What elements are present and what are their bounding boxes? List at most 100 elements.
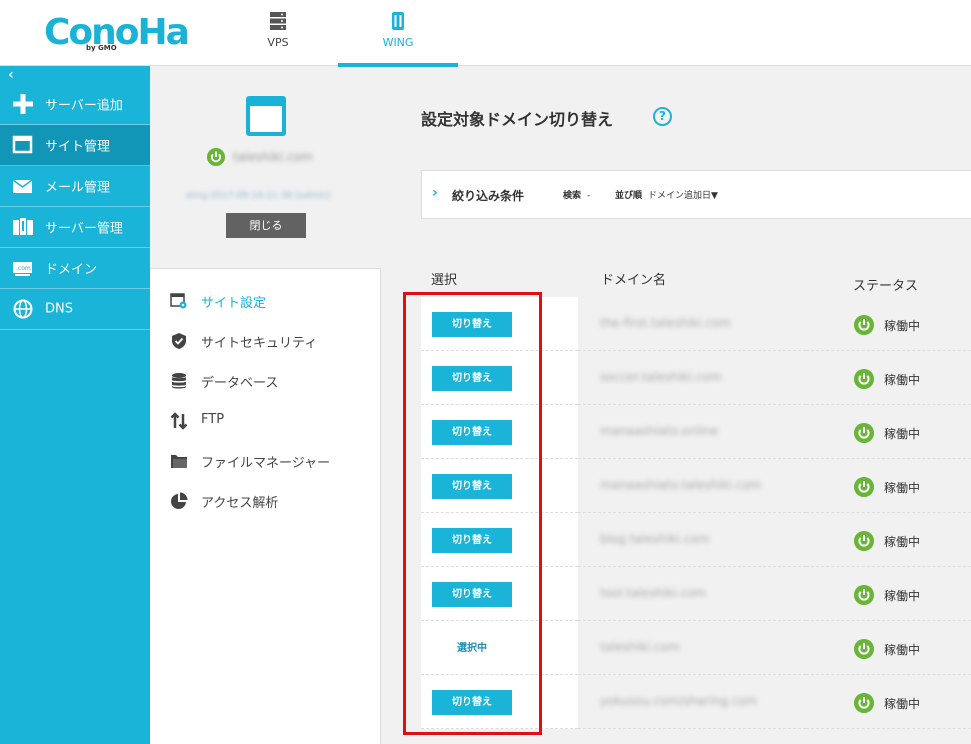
shield-icon bbox=[172, 333, 186, 349]
domain-cell: blog.taleshiki.com bbox=[578, 513, 806, 567]
logo-sub: by GMO bbox=[86, 44, 117, 52]
domain-cell: the-first.taleshiki.com bbox=[578, 297, 806, 351]
domain-icon: .com bbox=[13, 262, 32, 276]
power-icon bbox=[854, 639, 874, 659]
status-cell: 稼働中 bbox=[806, 459, 971, 513]
power-icon bbox=[854, 585, 874, 605]
filter-title: 絞り込み条件 bbox=[452, 189, 525, 203]
column-header-select: 選択 bbox=[431, 273, 458, 288]
collapse-sidebar-button[interactable]: ‹ bbox=[0, 66, 150, 84]
status-cell: 稼働中 bbox=[806, 405, 971, 459]
submenu-label: サイトセキュリティ bbox=[201, 336, 318, 351]
power-icon bbox=[854, 369, 874, 389]
sidebar-item-dns[interactable]: DNS bbox=[0, 289, 150, 330]
mail-icon bbox=[12, 179, 33, 193]
plus-icon bbox=[13, 94, 33, 114]
sidebar-item-label: DNS bbox=[45, 301, 73, 317]
site-submenu: サイト設定 サイトセキュリティ データベース FTP ファイルマネージャー アク… bbox=[150, 268, 381, 744]
status-cell: 稼働中 bbox=[806, 621, 971, 675]
filter-sort-value: ドメイン追加日▼ bbox=[648, 191, 718, 201]
status-cell: 稼働中 bbox=[806, 351, 971, 405]
status-cell: 稼働中 bbox=[806, 513, 971, 567]
tab-vps[interactable]: VPS bbox=[238, 0, 318, 66]
sidebar-item-label: サイト管理 bbox=[45, 139, 111, 155]
sidebar-item-mail-manage[interactable]: メール管理 bbox=[0, 166, 150, 207]
tab-vps-label: VPS bbox=[267, 36, 289, 49]
server-manage-icon bbox=[13, 218, 33, 235]
domain-name: manaashiato.online bbox=[600, 424, 719, 438]
submenu-label: FTP bbox=[201, 412, 225, 427]
sidebar-item-label: サーバー管理 bbox=[45, 221, 123, 237]
status-text: 稼働中 bbox=[884, 373, 921, 387]
wing-icon bbox=[392, 12, 404, 30]
domain-name: taleshiki.com bbox=[600, 640, 680, 654]
submenu-label: アクセス解析 bbox=[201, 496, 279, 511]
domain-name: blog.taleshiki.com bbox=[600, 532, 710, 546]
ftp-icon bbox=[170, 412, 188, 430]
status-cell: 稼働中 bbox=[806, 567, 971, 621]
domain-cell: manaashiato.online bbox=[578, 405, 806, 459]
power-icon bbox=[854, 693, 874, 713]
power-icon bbox=[854, 423, 874, 443]
server-icon bbox=[270, 12, 286, 30]
submenu-label: ファイルマネージャー bbox=[201, 456, 331, 471]
sidebar-item-server-add[interactable]: サーバー追加 bbox=[0, 84, 150, 125]
filter-search: 検索 - bbox=[563, 188, 590, 201]
site-name: taleshiki.com bbox=[233, 150, 313, 164]
highlight-frame bbox=[403, 292, 542, 735]
submenu-label: サイト設定 bbox=[201, 296, 267, 311]
conoha-logo[interactable]: ConoHa by GMO bbox=[44, 10, 190, 54]
column-header-status: ステータス bbox=[853, 279, 919, 294]
domain-name: manaashiato.taleshiki.com bbox=[600, 478, 762, 492]
status-text: 稼働中 bbox=[884, 589, 921, 603]
power-icon bbox=[207, 148, 225, 166]
domain-cell: yokusou.com/sharing.com bbox=[578, 675, 806, 729]
chevron-right-icon: › bbox=[432, 185, 438, 201]
sidebar-item-domain[interactable]: .com ドメイン bbox=[0, 248, 150, 289]
status-text: 稼働中 bbox=[884, 643, 921, 657]
help-icon[interactable]: ? bbox=[653, 107, 672, 126]
filter-panel[interactable]: › 絞り込み条件 検索 - 並び順 ドメイン追加日▼ bbox=[421, 170, 971, 219]
sidebar-item-site-manage[interactable]: サイト管理 bbox=[0, 125, 150, 166]
pie-chart-icon bbox=[171, 492, 188, 509]
filter-sort[interactable]: 並び順 ドメイン追加日▼ bbox=[615, 188, 718, 201]
status-text: 稼働中 bbox=[884, 319, 921, 333]
tab-wing-label: WING bbox=[382, 36, 414, 49]
filter-sort-label: 並び順 bbox=[615, 191, 643, 201]
status-text: 稼働中 bbox=[884, 481, 921, 495]
status-text: 稼働中 bbox=[884, 427, 921, 441]
page-title: 設定対象ドメイン切り替え bbox=[421, 110, 614, 129]
sidebar-item-label: ドメイン bbox=[45, 262, 98, 278]
domain-cell: taleshiki.com bbox=[578, 621, 806, 675]
domain-name: the-first.taleshiki.com bbox=[600, 316, 731, 330]
folder-icon bbox=[171, 455, 187, 468]
site-panel: taleshiki.com wing-2017-09-14-11-38 [adm… bbox=[150, 66, 380, 268]
status-cell: 稼働中 bbox=[806, 297, 971, 351]
submenu-label: データベース bbox=[201, 376, 279, 391]
site-settings-icon bbox=[170, 293, 187, 309]
tab-wing[interactable]: WING bbox=[338, 0, 458, 67]
sidebar-item-label: メール管理 bbox=[45, 180, 111, 196]
filter-search-label: 検索 bbox=[563, 191, 582, 201]
top-header: ConoHa by GMO VPS WING bbox=[0, 0, 971, 67]
status-text: 稼働中 bbox=[884, 535, 921, 549]
power-icon bbox=[854, 531, 874, 551]
domain-name: tool.taleshiki.com bbox=[600, 586, 707, 600]
domain-name: yokusou.com/sharing.com bbox=[600, 694, 758, 708]
column-header-domain: ドメイン名 bbox=[601, 273, 667, 288]
globe-icon bbox=[13, 299, 33, 319]
domain-cell: manaashiato.taleshiki.com bbox=[578, 459, 806, 513]
power-icon bbox=[854, 477, 874, 497]
status-text: 稼働中 bbox=[884, 697, 921, 711]
close-button[interactable]: 閉じる bbox=[226, 213, 306, 238]
domain-cell: tool.taleshiki.com bbox=[578, 567, 806, 621]
site-window-icon bbox=[246, 96, 286, 136]
sidebar-item-server-manage[interactable]: サーバー管理 bbox=[0, 207, 150, 248]
sidebar-item-label: サーバー追加 bbox=[45, 98, 123, 114]
status-cell: 稼働中 bbox=[806, 675, 971, 729]
sidebar: ‹ サーバー追加 サイト管理 メール管理 サーバー管理 .com ドメイン DN… bbox=[0, 66, 150, 744]
database-icon bbox=[172, 373, 186, 389]
svg-text:.com: .com bbox=[16, 265, 31, 272]
domain-cell: soccer.taleshiki.com bbox=[578, 351, 806, 405]
window-icon bbox=[12, 135, 33, 154]
